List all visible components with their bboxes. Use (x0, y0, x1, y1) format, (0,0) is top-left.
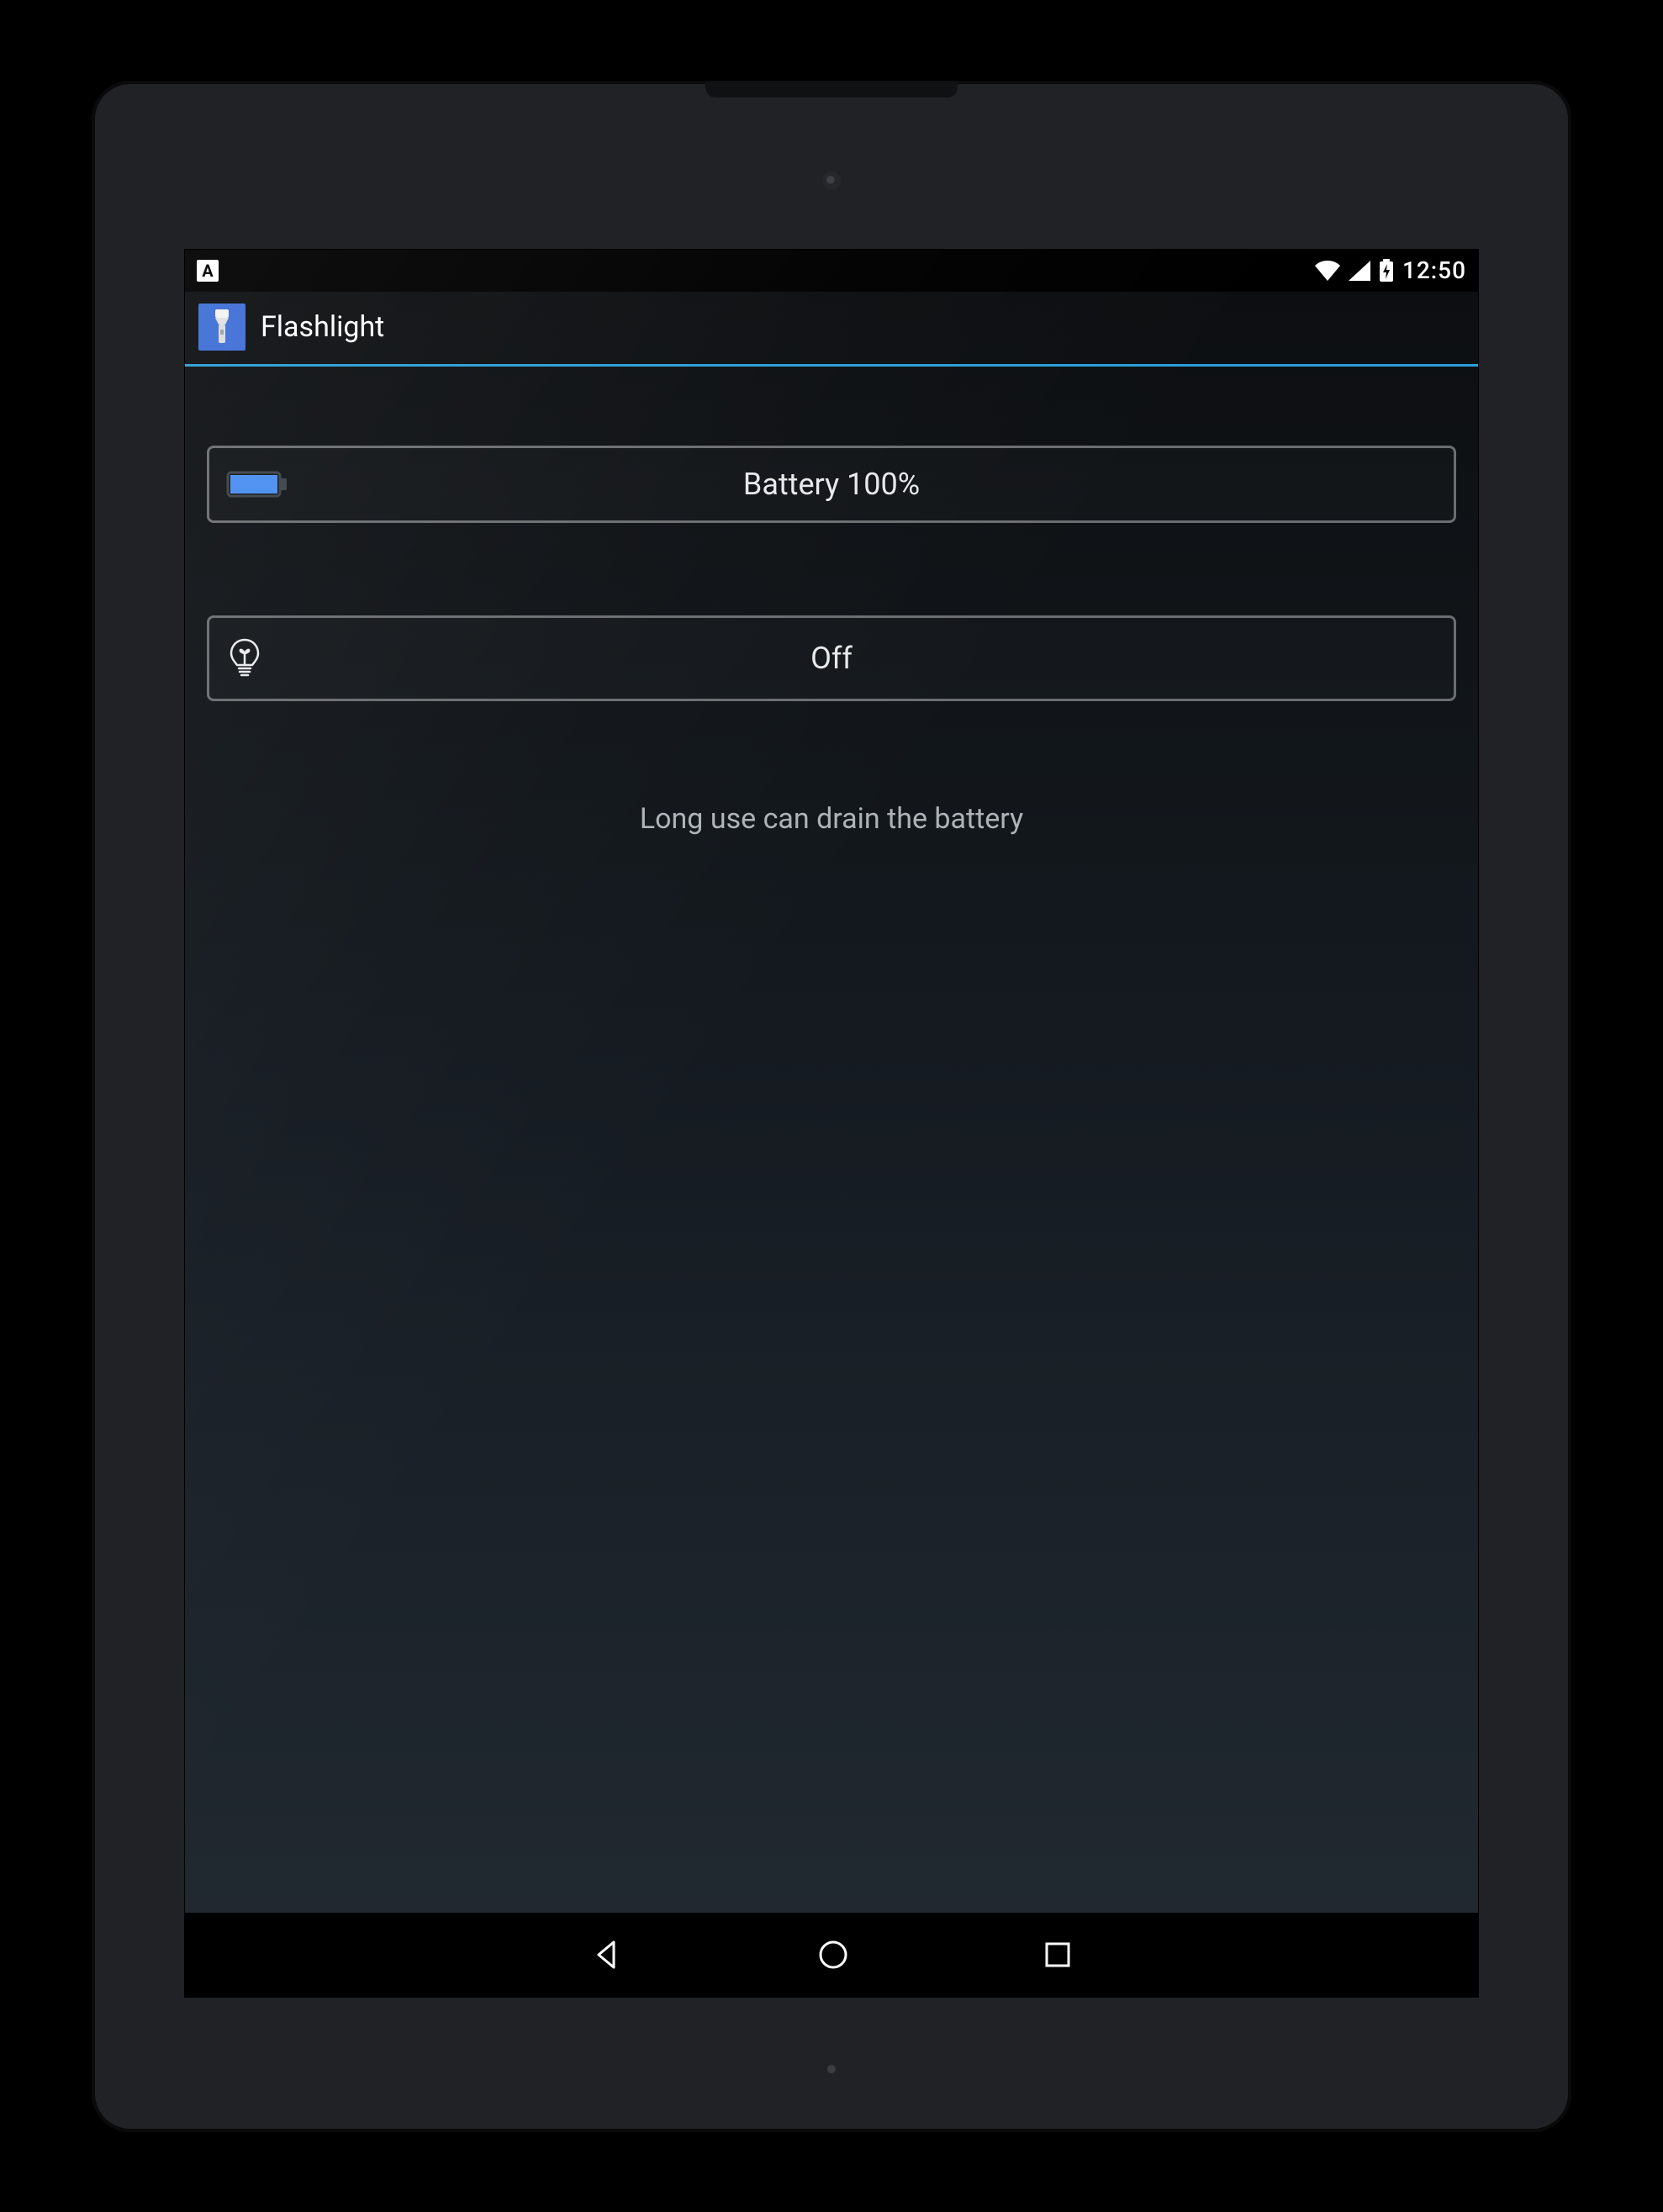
battery-charging-icon (1379, 259, 1394, 282)
status-bar: A 12:50 (185, 250, 1478, 292)
device-indicator-dot (827, 2065, 836, 2073)
app-title: Flashlight (261, 310, 384, 344)
flashlight-icon (209, 309, 235, 345)
flashlight-toggle-button[interactable]: Off (207, 615, 1456, 701)
app-bar: Flashlight (185, 292, 1478, 367)
home-button[interactable] (816, 1938, 850, 1972)
wifi-icon (1315, 261, 1340, 281)
status-bar-left: A (197, 260, 219, 282)
device-screen: A 12:50 (184, 249, 1479, 1998)
navigation-bar (185, 1913, 1478, 1997)
flashlight-toggle-label: Off (293, 641, 1370, 676)
battery-icon (226, 467, 290, 501)
cell-signal-icon (1349, 261, 1370, 281)
front-camera (822, 172, 841, 190)
content-area: Battery 100% (185, 367, 1478, 1913)
stage: A 12:50 (0, 0, 1663, 2212)
vertical-spacer (207, 523, 1456, 615)
lightbulb-icon (226, 636, 263, 680)
battery-status-label: Battery 100% (293, 467, 1370, 502)
battery-icon-slot (226, 467, 293, 501)
battery-status-button[interactable]: Battery 100% (207, 446, 1456, 523)
app-icon (198, 304, 245, 351)
battery-hint-text: Long use can drain the battery (207, 802, 1456, 836)
speaker-slot (705, 81, 958, 98)
toggle-icon-slot (226, 636, 293, 680)
status-bar-right: 12:50 (1315, 256, 1466, 284)
status-clock: 12:50 (1402, 256, 1466, 284)
status-keyboard-badge: A (197, 260, 219, 282)
back-button[interactable] (591, 1939, 623, 1971)
tablet-device-frame: A 12:50 (92, 81, 1571, 2132)
recents-button[interactable] (1043, 1940, 1072, 1969)
